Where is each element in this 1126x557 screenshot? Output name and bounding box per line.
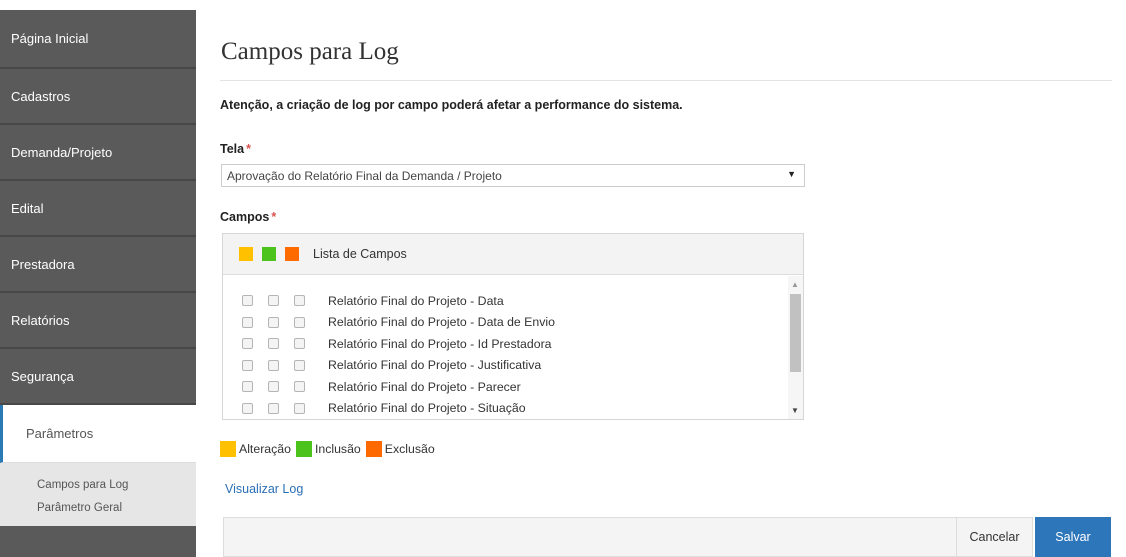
- sidebar-item-parametros[interactable]: Parâmetros: [0, 405, 196, 463]
- sidebar-item-label: Cadastros: [11, 88, 71, 104]
- campo-label: Relatório Final do Projeto - Parecer: [328, 379, 521, 394]
- sidebar-item-prestadora[interactable]: Prestadora: [0, 237, 196, 293]
- scroll-down-icon[interactable]: ▼: [791, 406, 799, 415]
- sidebar-item-relatorios[interactable]: Relatórios: [0, 293, 196, 349]
- sidebar-item-label: Prestadora: [11, 256, 75, 272]
- campos-label: Campos *: [220, 210, 276, 224]
- sidebar-item-label: Parâmetros: [26, 426, 94, 441]
- sidebar: Página Inicial Cadastros Demanda/Projeto…: [0, 10, 196, 557]
- legend-inclusao-label: Inclusão: [314, 442, 361, 456]
- sidebar-submenu: Campos para Log Parâmetro Geral: [0, 463, 196, 526]
- campo-label: Relatório Final do Projeto - Data: [328, 293, 504, 308]
- submenu-item-campos-para-log[interactable]: Campos para Log: [0, 474, 196, 497]
- alteracao-checkbox[interactable]: [242, 381, 253, 393]
- sidebar-item-demanda-projeto[interactable]: Demanda/Projeto: [0, 125, 196, 181]
- caret-down-icon: ▼: [787, 169, 796, 179]
- page-title: Campos para Log: [221, 38, 399, 65]
- tela-label: Tela *: [220, 142, 251, 156]
- tela-select-value: Aprovação do Relatório Final da Demanda …: [227, 169, 502, 183]
- exclusao-checkbox[interactable]: [294, 295, 305, 307]
- list-item: Relatório Final do Projeto - Id Prestado…: [223, 333, 788, 355]
- inclusao-legend-icon: [295, 441, 312, 457]
- visualizar-log-link[interactable]: Visualizar Log: [225, 482, 303, 496]
- sidebar-item-label: Demanda/Projeto: [11, 144, 113, 160]
- campos-panel: Lista de Campos Relatório Final do Proje…: [222, 233, 804, 420]
- campo-label: Relatório Final do Projeto - Justificati…: [328, 358, 542, 373]
- campo-label: Relatório Final do Projeto - Id Prestado…: [328, 336, 552, 351]
- inclusao-checkbox[interactable]: [268, 338, 279, 350]
- alteracao-checkbox[interactable]: [242, 338, 253, 350]
- scrollbar-thumb[interactable]: [790, 294, 801, 372]
- inclusao-checkbox[interactable]: [268, 402, 279, 414]
- exclusao-checkbox[interactable]: [294, 381, 305, 393]
- campos-list-scrollbar[interactable]: ▲ ▼: [788, 276, 803, 419]
- tela-select[interactable]: Aprovação do Relatório Final da Demanda …: [221, 164, 805, 187]
- inclusao-checkbox[interactable]: [268, 295, 279, 307]
- save-button[interactable]: Salvar: [1035, 517, 1111, 557]
- alteracao-checkbox[interactable]: [242, 359, 253, 371]
- inclusao-checkbox[interactable]: [268, 381, 279, 393]
- sidebar-next-item[interactable]: [0, 526, 196, 546]
- sidebar-item-label: Segurança: [11, 368, 74, 384]
- list-item: Relatório Final do Projeto - Situação: [223, 398, 788, 420]
- form-footer: [223, 517, 959, 557]
- exclusao-checkbox[interactable]: [294, 316, 305, 328]
- inclusao-checkbox[interactable]: [268, 316, 279, 328]
- alteracao-checkbox[interactable]: [242, 402, 253, 414]
- required-mark: *: [271, 210, 277, 224]
- list-item: Relatório Final do Projeto - Data: [223, 290, 788, 312]
- sidebar-item-edital[interactable]: Edital: [0, 181, 196, 237]
- exclusao-checkbox[interactable]: [294, 359, 305, 371]
- sidebar-item-seguranca[interactable]: Segurança: [0, 349, 196, 405]
- exclusao-checkbox[interactable]: [294, 338, 305, 350]
- legend: Alteração Inclusão Exclusão: [220, 441, 440, 457]
- sidebar-item-label: Edital: [11, 200, 44, 216]
- sidebar-item-label: Página Inicial: [11, 31, 89, 46]
- campos-panel-header: Lista de Campos: [223, 234, 803, 275]
- campo-label: Relatório Final do Projeto - Data de Env…: [328, 315, 555, 330]
- legend-alteracao-label: Alteração: [239, 442, 291, 456]
- cancel-button[interactable]: Cancelar: [956, 517, 1033, 557]
- tela-label-text: Tela: [220, 142, 245, 156]
- campo-label: Relatório Final do Projeto - Situação: [328, 401, 526, 416]
- required-mark: *: [246, 142, 251, 156]
- inclusao-select-all-icon[interactable]: [262, 247, 276, 261]
- exclusao-legend-icon: [365, 441, 382, 457]
- alteracao-legend-icon: [220, 441, 236, 457]
- alteracao-select-all-icon[interactable]: [239, 247, 253, 261]
- sidebar-item-pagina-inicial[interactable]: Página Inicial: [0, 10, 196, 69]
- campos-panel-title: Lista de Campos: [313, 247, 407, 261]
- performance-warning: Atenção, a criação de log por campo pode…: [220, 98, 683, 112]
- alteracao-checkbox[interactable]: [242, 295, 253, 307]
- scroll-up-icon[interactable]: ▲: [791, 280, 799, 289]
- list-item: Relatório Final do Projeto - Justificati…: [223, 355, 788, 377]
- submenu-item-parametro-geral[interactable]: Parâmetro Geral: [0, 497, 196, 520]
- alteracao-checkbox[interactable]: [242, 316, 253, 328]
- campos-list[interactable]: Relatório Final do Projeto - Data Relatór…: [223, 276, 788, 419]
- legend-exclusao-label: Exclusão: [384, 442, 435, 456]
- inclusao-checkbox[interactable]: [268, 359, 279, 371]
- exclusao-select-all-icon[interactable]: [285, 247, 299, 261]
- campos-label-text: Campos: [220, 210, 270, 224]
- exclusao-checkbox[interactable]: [294, 402, 305, 414]
- sidebar-item-cadastros[interactable]: Cadastros: [0, 69, 196, 125]
- list-item: Relatório Final do Projeto - Data de Env…: [223, 312, 788, 334]
- title-divider: [220, 80, 1112, 81]
- list-item: Relatório Final do Projeto - Parecer: [223, 376, 788, 398]
- sidebar-item-label: Relatórios: [11, 312, 70, 328]
